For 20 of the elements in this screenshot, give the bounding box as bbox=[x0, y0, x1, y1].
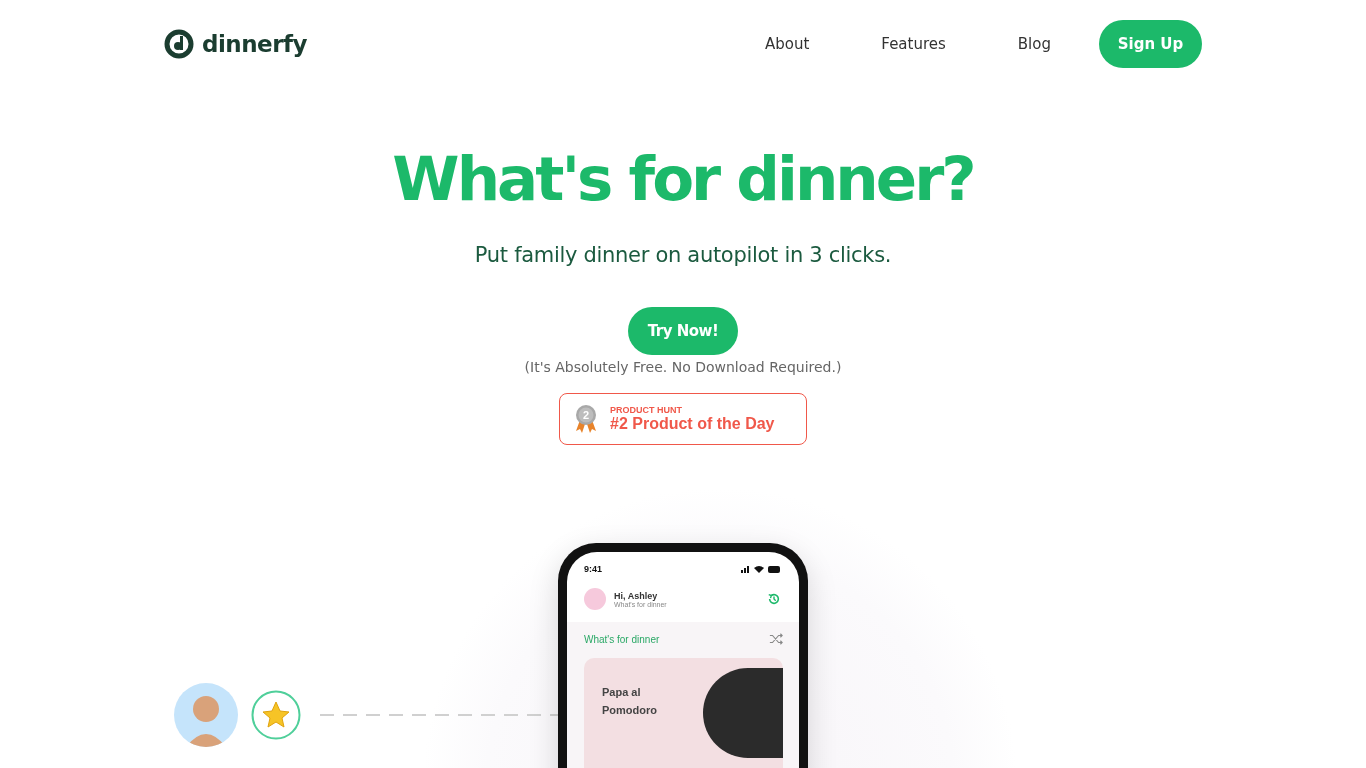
nav-link[interactable]: Blog bbox=[1017, 35, 1051, 53]
status-time: 9:41 bbox=[584, 564, 602, 574]
status-icons bbox=[741, 565, 781, 573]
greeting: Hi, Ashley bbox=[614, 590, 658, 601]
history-icon[interactable] bbox=[767, 592, 781, 606]
dish-card[interactable]: Papa al Pomodoro bbox=[584, 658, 783, 768]
product-hunt-badge[interactable]: 2 PRODUCT HUNT #2 Product of the Day bbox=[559, 393, 807, 445]
dish-name: Papa al Pomodoro bbox=[601, 685, 658, 718]
badge-eyebrow: PRODUCT HUNT bbox=[610, 405, 683, 415]
nav-link[interactable]: About bbox=[764, 35, 810, 53]
logo-icon bbox=[164, 29, 194, 59]
section-title: What's for dinner bbox=[584, 633, 660, 645]
shuffle-icon[interactable] bbox=[769, 632, 783, 646]
free-note: (It's Absolutely Free. No Download Required.) bbox=[524, 359, 842, 375]
hero-subtitle: Put family dinner on autopilot in 3 clicks. bbox=[474, 243, 892, 267]
nav-link[interactable]: Features bbox=[881, 35, 946, 53]
badge-title: #2 Product of the Day bbox=[610, 415, 775, 433]
avatar-circle bbox=[584, 588, 606, 610]
logo-text[interactable]: dinnerfy bbox=[202, 31, 308, 57]
hero-title: What's for dinner? bbox=[392, 148, 974, 209]
